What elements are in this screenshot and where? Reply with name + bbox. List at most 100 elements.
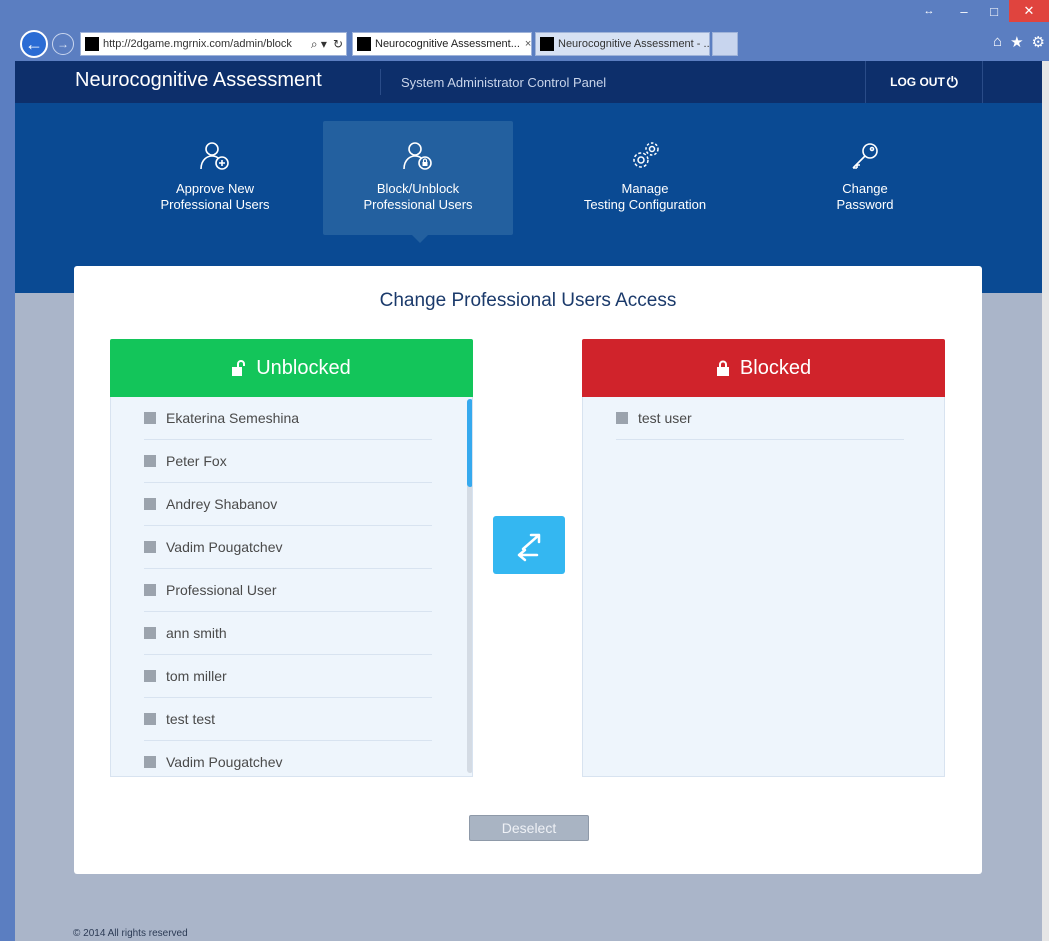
window-controls: ↔ – □ ✕: [909, 0, 1049, 26]
unblocked-panel: Unblocked Ekaterina Semeshina Peter Fox …: [110, 339, 473, 777]
back-icon[interactable]: ←: [20, 30, 48, 58]
tab-close-icon[interactable]: ×: [520, 38, 531, 50]
nav-label: Manage: [621, 181, 669, 196]
user-add-icon: [200, 142, 229, 170]
user-lock-icon: [403, 142, 432, 170]
list-item[interactable]: ann smith: [144, 612, 432, 655]
user-name: Vadim Pougatchev: [166, 539, 283, 555]
nav-change-password[interactable]: Change Password: [770, 121, 960, 235]
list-item[interactable]: test user: [616, 397, 904, 440]
checkbox[interactable]: [144, 584, 156, 596]
scrollbar-thumb[interactable]: [467, 399, 472, 487]
header-divider: [380, 69, 381, 95]
user-name: test user: [638, 410, 692, 426]
blocked-list-body: test user: [582, 397, 945, 777]
unblocked-list-body: Ekaterina Semeshina Peter Fox Andrey Sha…: [110, 397, 473, 777]
key-icon: [852, 143, 878, 169]
deselect-button[interactable]: Deselect: [469, 815, 589, 841]
user-name: Vadim Pougatchev: [166, 754, 283, 770]
search-icon[interactable]: ⌕ ▾: [308, 37, 330, 52]
settings-gear-icon[interactable]: ⚙: [1032, 33, 1045, 51]
tab-favicon: [357, 37, 371, 51]
site-favicon: [85, 37, 99, 51]
blocked-title: Blocked: [739, 356, 812, 379]
nav-approve-users[interactable]: Approve New Professional Users: [120, 121, 310, 235]
home-icon[interactable]: ⌂: [993, 33, 1002, 51]
swap-arrows-icon: [517, 533, 541, 562]
checkbox[interactable]: [144, 756, 156, 768]
page-scrollbar[interactable]: [1042, 61, 1049, 941]
nav-testing-configuration[interactable]: Manage Testing Configuration: [550, 121, 740, 235]
forward-icon[interactable]: →: [52, 33, 74, 55]
list-item[interactable]: tom miller: [144, 655, 432, 698]
browser-chrome: ↔ – □ ✕ ← → http://2dgame.mgrnix.com/adm…: [0, 0, 1049, 61]
list-scrollbar[interactable]: [467, 399, 472, 773]
unblocked-user-list: Ekaterina Semeshina Peter Fox Andrey Sha…: [144, 397, 432, 776]
panel-title: System Administrator Control Panel: [401, 75, 607, 90]
logout-button[interactable]: LOG OUT ⏻: [865, 61, 983, 103]
nav-label: Professional Users: [363, 197, 473, 212]
address-url[interactable]: http://2dgame.mgrnix.com/admin/block: [103, 38, 308, 50]
list-item[interactable]: test test: [144, 698, 432, 741]
access-card: Change Professional Users Access Unblock…: [74, 266, 982, 874]
browser-toolbar-icons: ⌂ ★ ⚙: [993, 33, 1045, 51]
browser-tab-inactive[interactable]: Neurocognitive Assessment - ...: [535, 32, 710, 56]
checkbox[interactable]: [144, 455, 156, 467]
blocked-panel: Blocked test user: [582, 339, 945, 777]
app-header: Neurocognitive Assessment System Adminis…: [15, 61, 1042, 103]
nav-block-users[interactable]: Block/Unblock Professional Users: [323, 121, 513, 243]
user-name: tom miller: [166, 668, 227, 684]
power-icon: ⏻: [946, 73, 958, 90]
nav-label: Professional Users: [160, 197, 270, 212]
unblocked-title: Unblocked: [256, 356, 351, 379]
tab-label: Neurocognitive Assessment - ...: [558, 38, 710, 50]
checkbox[interactable]: [144, 713, 156, 725]
close-window-button[interactable]: ✕: [1009, 0, 1049, 22]
nav-label: Testing Configuration: [583, 197, 707, 212]
user-name: ann smith: [166, 625, 227, 641]
list-item[interactable]: Vadim Pougatchev: [144, 741, 432, 776]
checkbox[interactable]: [144, 627, 156, 639]
logout-label: LOG OUT: [890, 75, 945, 89]
nav-label: Password: [836, 197, 894, 212]
footer-copyright: © 2014 All rights reserved: [73, 928, 188, 939]
refresh-icon[interactable]: ↻: [330, 37, 346, 51]
nav-label: Approve New: [175, 181, 255, 196]
user-name: Andrey Shabanov: [166, 496, 278, 512]
favorites-star-icon[interactable]: ★: [1010, 33, 1023, 51]
lock-icon: [716, 360, 729, 376]
checkbox[interactable]: [144, 412, 156, 424]
resize-icon[interactable]: ↔: [909, 0, 949, 22]
minimize-button[interactable]: –: [949, 0, 979, 22]
tab-favicon: [540, 37, 554, 51]
checkbox[interactable]: [144, 498, 156, 510]
checkbox[interactable]: [616, 412, 628, 424]
user-name: Peter Fox: [166, 453, 227, 469]
tab-label: Neurocognitive Assessment...: [375, 38, 520, 50]
brand-title[interactable]: Neurocognitive Assessment: [75, 69, 322, 92]
user-name: test test: [166, 711, 216, 727]
list-item[interactable]: Peter Fox: [144, 440, 432, 483]
nav-label: Block/Unblock: [376, 181, 460, 196]
transfer-button[interactable]: [493, 516, 565, 574]
page-title: Change Professional Users Access: [379, 290, 677, 311]
maximize-button[interactable]: □: [979, 0, 1009, 22]
list-item[interactable]: Ekaterina Semeshina: [144, 397, 432, 440]
user-name: Professional User: [166, 582, 277, 598]
checkbox[interactable]: [144, 541, 156, 553]
checkbox[interactable]: [144, 670, 156, 682]
new-tab-button[interactable]: [712, 32, 738, 56]
blocked-panel-header: Blocked: [582, 339, 945, 405]
browser-tab-active[interactable]: Neurocognitive Assessment... ×: [352, 32, 532, 56]
blocked-user-list: test user: [616, 397, 904, 440]
nav-label: Change: [842, 181, 888, 196]
address-bar[interactable]: http://2dgame.mgrnix.com/admin/block ⌕ ▾…: [80, 32, 347, 56]
gears-icon: [633, 142, 659, 168]
user-name: Ekaterina Semeshina: [166, 410, 300, 426]
list-item[interactable]: Vadim Pougatchev: [144, 526, 432, 569]
list-item[interactable]: Andrey Shabanov: [144, 483, 432, 526]
unblocked-panel-header: Unblocked: [110, 339, 473, 405]
admin-nav: Approve New Professional Users Block/Unb…: [15, 103, 1042, 293]
unlock-icon: [232, 360, 246, 376]
list-item[interactable]: Professional User: [144, 569, 432, 612]
